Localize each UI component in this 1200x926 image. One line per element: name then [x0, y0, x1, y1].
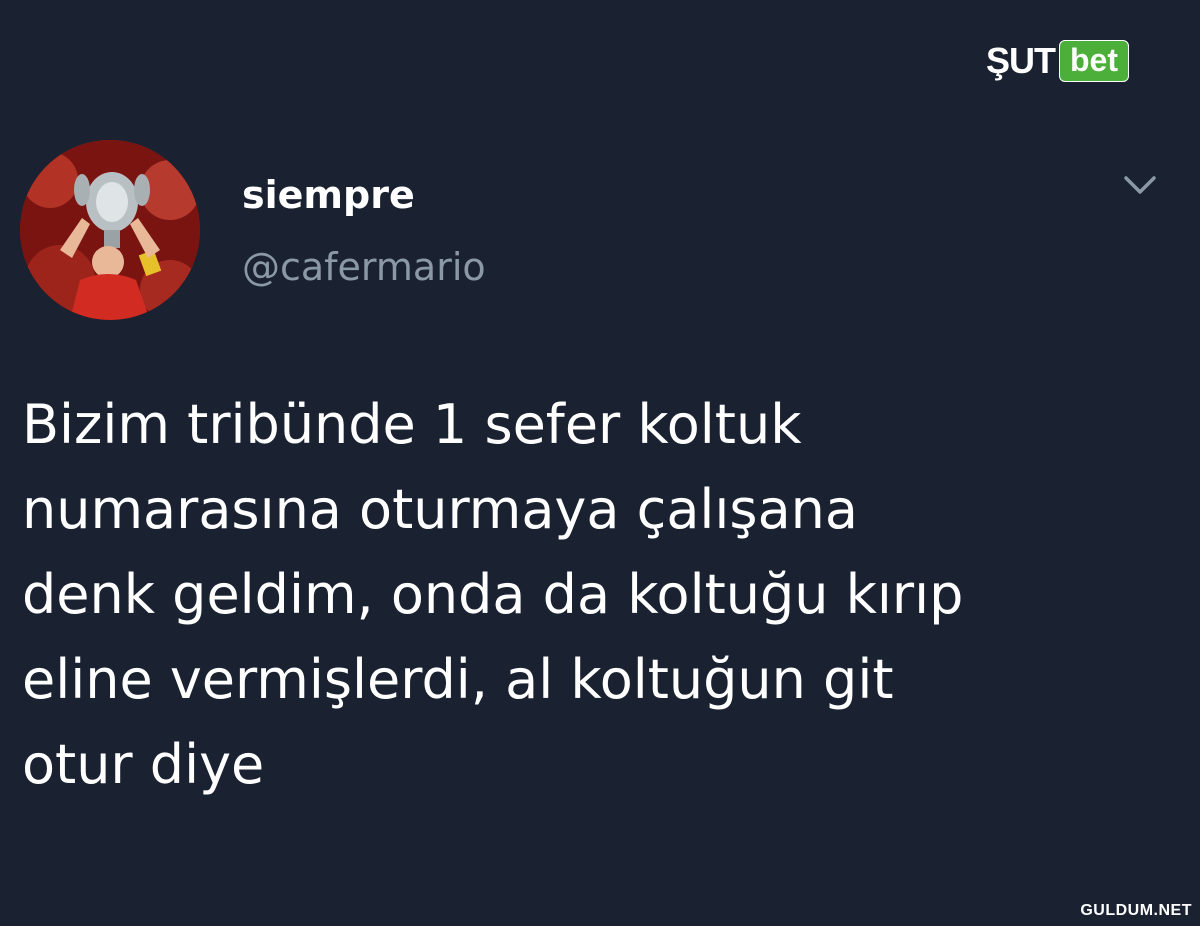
logo-bet-badge: bet [1059, 40, 1129, 82]
logo-sut-text: ŞUT [986, 40, 1056, 81]
watermark: GULDUM.NET [1080, 902, 1192, 919]
avatar[interactable] [20, 140, 200, 320]
tweet-header: siempre @cafermario [20, 140, 1180, 320]
sutbet-logo: ŞUT bet [986, 40, 1129, 82]
user-handle[interactable]: @cafermario [242, 248, 486, 286]
display-name[interactable]: siempre [242, 176, 415, 214]
tweet-text: Bizim tribünde 1 sefer koltuk numarasına… [22, 393, 964, 796]
avatar-photo [20, 140, 200, 320]
chevron-down-icon[interactable] [1120, 170, 1160, 200]
